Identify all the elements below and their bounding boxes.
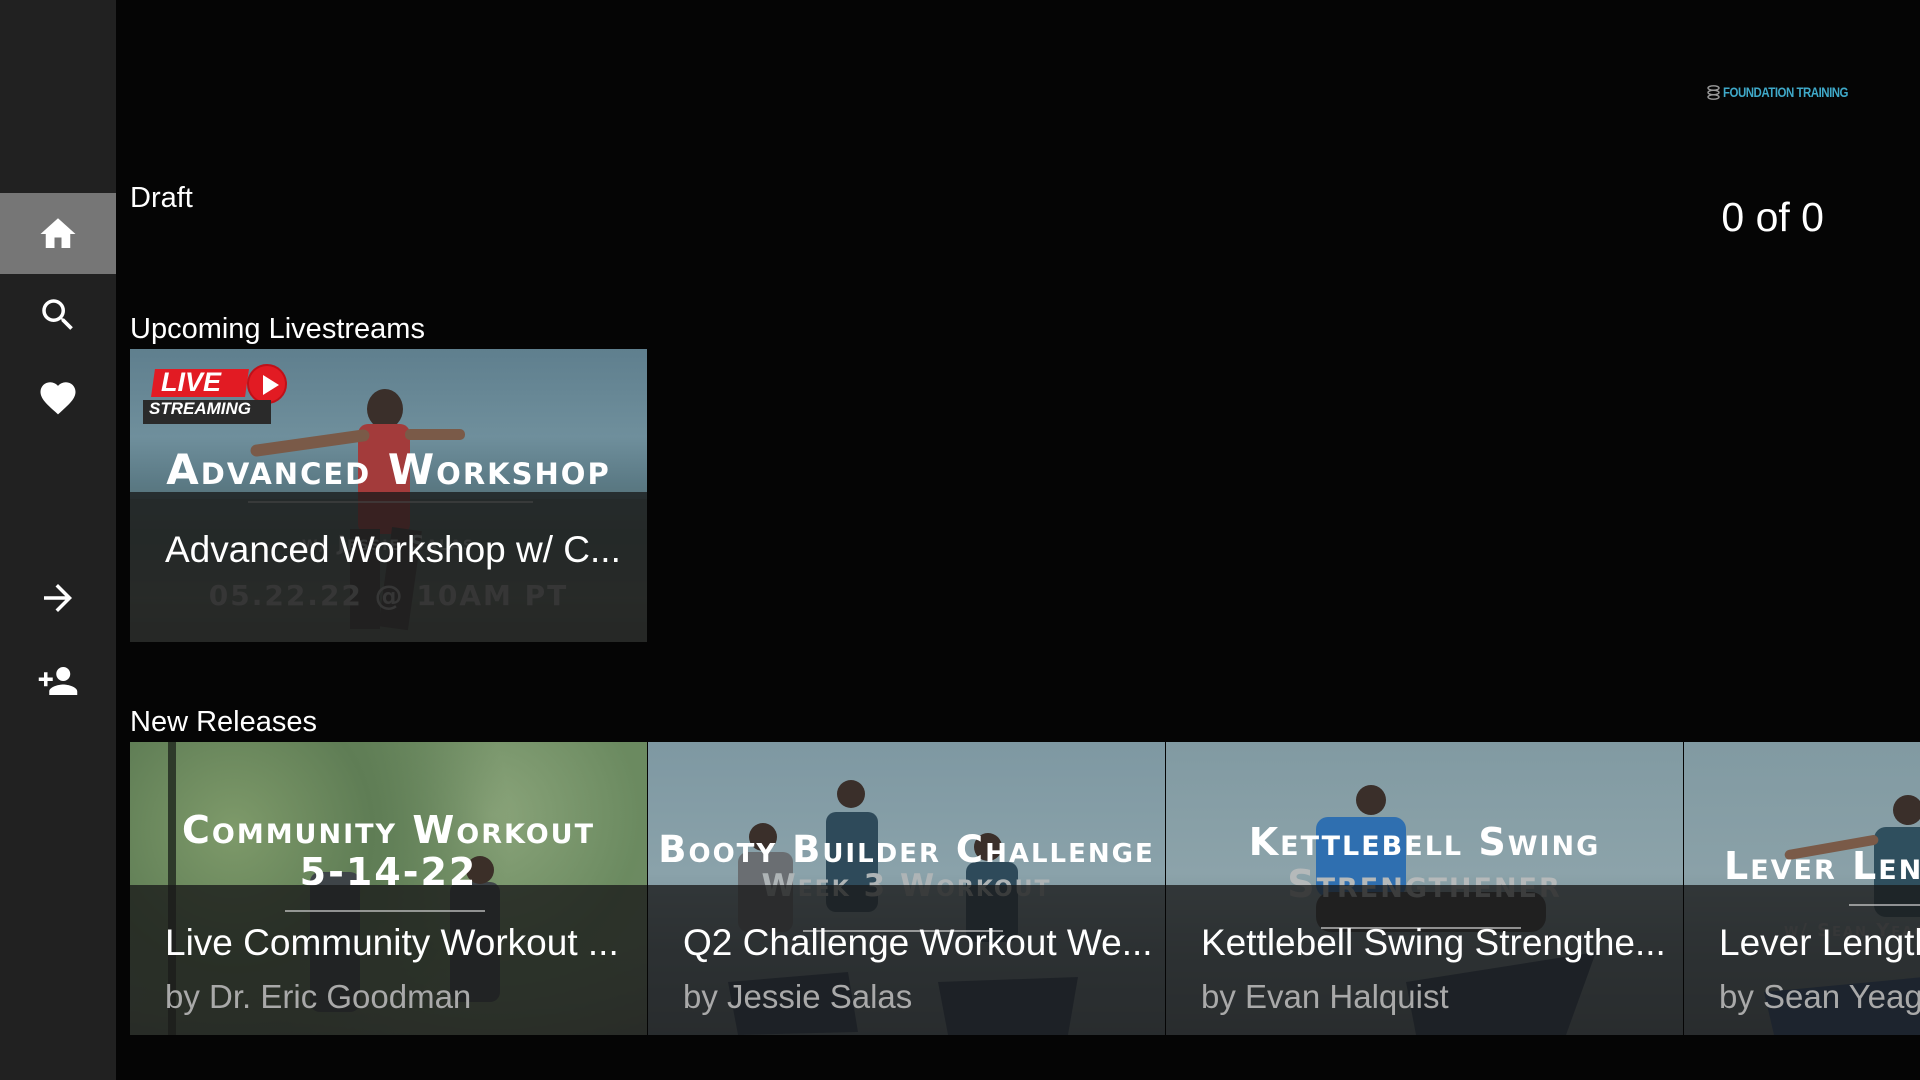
logo-icon (1707, 84, 1720, 100)
new-releases-row: Community Workout 5-14-22 Live Community… (130, 742, 1920, 1035)
livestream-card[interactable]: Advanced Workshop w/ Jessie Salas 05.22.… (130, 349, 647, 642)
card-title: Advanced Workshop w/ C... (165, 529, 621, 570)
thumbnail-title: Lever Length (1724, 844, 1920, 888)
person-add-icon (38, 666, 78, 695)
sidebar-item-sign-up[interactable] (0, 640, 116, 721)
card-title: Kettlebell Swing Strengthe... (1201, 922, 1666, 963)
thumbnail-title: Community Workout (181, 808, 595, 852)
upcoming-row: Advanced Workshop w/ Jessie Salas 05.22.… (130, 349, 647, 642)
video-card[interactable]: Kettlebell Swing Strengthener Kettlebell… (1166, 742, 1683, 1035)
section-title-new-releases: New Releases (130, 706, 317, 738)
card-title: Live Community Workout ... (165, 922, 619, 963)
streaming-label: STREAMING (149, 399, 251, 418)
heart-icon (40, 381, 76, 414)
arrow-right-icon (44, 583, 72, 612)
play-icon (247, 364, 287, 404)
sidebar-item-sign-in[interactable] (0, 557, 116, 638)
thumbnail-title: Kettlebell Swing (1248, 820, 1601, 864)
card-author: by Evan Halquist (1201, 978, 1449, 1015)
video-card[interactable]: Booty Builder Challenge Week 3 Workout Q… (648, 742, 1165, 1035)
card-title: Lever Length (1719, 922, 1920, 963)
thumbnail-title: Advanced Workshop (166, 445, 611, 494)
card-title: Q2 Challenge Workout We... (683, 922, 1153, 963)
video-card[interactable]: Community Workout 5-14-22 Live Community… (130, 742, 647, 1035)
section-title-upcoming: Upcoming Livestreams (130, 313, 425, 345)
brand-logo: FOUNDATION TRAINING (1707, 84, 1875, 100)
live-label: LIVE (161, 367, 222, 397)
logo-text: FOUNDATION TRAINING (1723, 84, 1848, 100)
item-counter: 0 of 0 (1721, 194, 1824, 240)
thumbnail-title: Booty Builder Challenge (658, 828, 1155, 871)
card-author: by Dr. Eric Goodman (165, 978, 472, 1015)
sidebar-item-favorites[interactable] (0, 357, 116, 438)
sidebar-item-search[interactable] (0, 274, 116, 355)
video-card[interactable]: Lever Length w/ Sean Yeager Lever Length… (1684, 742, 1920, 1035)
card-author: by Jessie Salas (683, 978, 913, 1015)
thumbnail-divider (285, 910, 485, 912)
sidebar-item-home[interactable] (0, 193, 116, 274)
draft-label: Draft (130, 182, 193, 214)
card-author: by Sean Yeager (1719, 978, 1920, 1015)
home-icon (40, 217, 76, 248)
live-streaming-badge: LIVE STREAMING (139, 363, 289, 425)
search-icon (42, 298, 73, 330)
sidebar (0, 0, 116, 1080)
thumbnail-divider (1849, 904, 1920, 906)
